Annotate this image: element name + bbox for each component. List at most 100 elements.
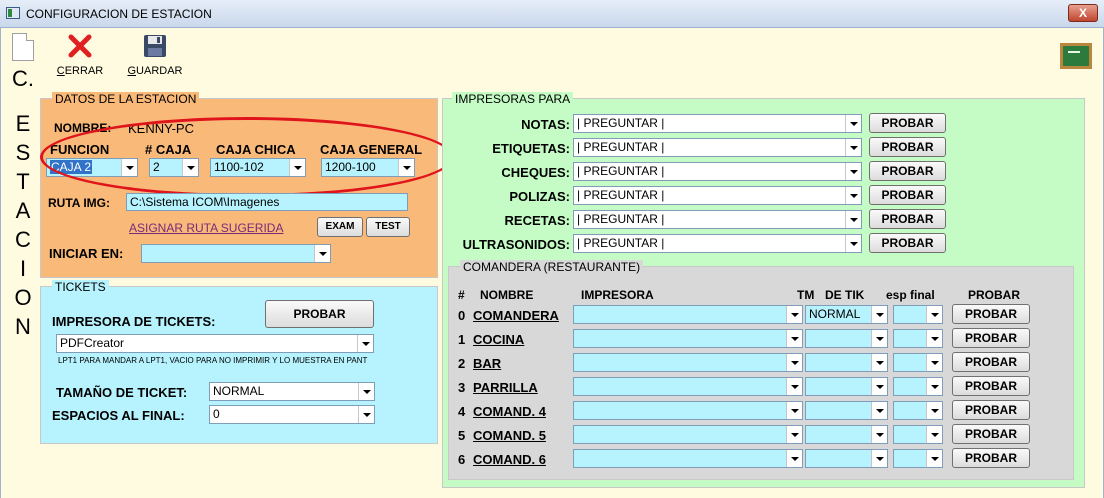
chevron-down-icon[interactable] [926, 330, 942, 347]
chevron-down-icon[interactable] [786, 330, 802, 347]
iniciar-select[interactable] [141, 244, 331, 263]
save-floppy-icon [144, 35, 166, 57]
guardar-button[interactable]: GUARDAR [122, 32, 188, 80]
chevron-down-icon[interactable] [871, 426, 887, 443]
impresoras-legend: IMPRESORAS PARA [452, 92, 574, 106]
comandera-probar-button[interactable]: PROBAR [952, 400, 1030, 420]
probar-button[interactable]: PROBAR [869, 233, 946, 253]
chalkboard-icon[interactable] [1060, 43, 1092, 69]
impresora-select[interactable]: | PREGUNTAR | [573, 234, 862, 253]
comandera-row-nombre[interactable]: COMANDERA [473, 308, 559, 323]
comandera-probar-button[interactable]: PROBAR [952, 448, 1030, 468]
comandera-probar-button[interactable]: PROBAR [952, 352, 1030, 372]
chevron-down-icon[interactable] [926, 426, 942, 443]
impresora-select[interactable]: | PREGUNTAR | [573, 138, 862, 157]
comandera-row-nombre[interactable]: PARRILLA [473, 380, 538, 395]
ruta-input[interactable]: C:\Sistema ICOM\Imagenes [126, 193, 408, 211]
comandera-probar-button[interactable]: PROBAR [952, 424, 1030, 444]
test-button[interactable]: TEST [366, 217, 410, 237]
impresora-label: ETIQUETAS: [492, 141, 570, 156]
comandera-row-nombre[interactable]: COMAND. 6 [473, 452, 546, 467]
chevron-down-icon[interactable] [871, 378, 887, 395]
chevron-down-icon[interactable] [871, 354, 887, 371]
close-button[interactable]: X [1068, 4, 1098, 22]
chevron-down-icon[interactable] [871, 402, 887, 419]
impresora-select[interactable]: | PREGUNTAR | [573, 186, 862, 205]
comandera-esp-select[interactable] [893, 425, 943, 444]
iniciar-label: INICIAR EN: [49, 246, 124, 261]
comandera-impresora-select[interactable] [573, 449, 803, 468]
comandera-row-nombre[interactable]: COMAND. 4 [473, 404, 546, 419]
chevron-down-icon[interactable] [786, 378, 802, 395]
chevron-down-icon[interactable] [357, 335, 373, 352]
comandera-impresora-select[interactable] [573, 353, 803, 372]
chevron-down-icon[interactable] [845, 235, 861, 252]
probar-button[interactable]: PROBAR [869, 113, 946, 133]
comandera-esp-select[interactable] [893, 377, 943, 396]
comandera-row-nombre[interactable]: COCINA [473, 332, 524, 347]
comandera-probar-button[interactable]: PROBAR [952, 328, 1030, 348]
chevron-down-icon[interactable] [845, 187, 861, 204]
vertical-station-label: C. E S T A C I O N [12, 66, 34, 339]
impresora-tickets-select[interactable]: PDFCreator [56, 334, 374, 353]
impresora-select[interactable]: | PREGUNTAR | [573, 210, 862, 229]
chevron-down-icon[interactable] [786, 306, 802, 323]
chevron-down-icon[interactable] [786, 402, 802, 419]
comandera-tm-select[interactable] [805, 401, 888, 420]
chevron-down-icon[interactable] [926, 402, 942, 419]
chevron-down-icon[interactable] [358, 406, 374, 423]
comandera-probar-button[interactable]: PROBAR [952, 376, 1030, 396]
col-impresora-header: IMPRESORA [581, 288, 654, 302]
chevron-down-icon[interactable] [786, 450, 802, 467]
comandera-esp-select[interactable] [893, 329, 943, 348]
exam-button[interactable]: EXAM [317, 217, 363, 237]
comandera-esp-select[interactable] [893, 305, 943, 324]
impresora-label: ULTRASONIDOS: [462, 237, 570, 252]
comandera-row-nombre[interactable]: COMAND. 5 [473, 428, 546, 443]
comandera-impresora-select[interactable] [573, 329, 803, 348]
tamano-select[interactable]: NORMAL [209, 382, 375, 401]
comandera-impresora-select[interactable] [573, 305, 803, 324]
comandera-tm-select[interactable] [805, 425, 888, 444]
impresora-label: RECETAS: [504, 213, 570, 228]
comandera-impresora-select[interactable] [573, 425, 803, 444]
chevron-down-icon[interactable] [845, 115, 861, 132]
new-document-icon [12, 33, 34, 61]
comandera-probar-button[interactable]: PROBAR [952, 304, 1030, 324]
comandera-esp-select[interactable] [893, 401, 943, 420]
probar-button[interactable]: PROBAR [869, 209, 946, 229]
chevron-down-icon[interactable] [871, 306, 887, 323]
chevron-down-icon[interactable] [314, 245, 330, 262]
comandera-esp-select[interactable] [893, 353, 943, 372]
probar-button[interactable]: PROBAR [869, 137, 946, 157]
comandera-tm-select[interactable] [805, 353, 888, 372]
chevron-down-icon[interactable] [871, 330, 887, 347]
impresora-select[interactable]: | PREGUNTAR | [573, 114, 862, 133]
chevron-down-icon[interactable] [926, 378, 942, 395]
comandera-esp-select[interactable] [893, 449, 943, 468]
probar-button[interactable]: PROBAR [869, 161, 946, 181]
cerrar-button[interactable]: CERRAR [52, 32, 108, 80]
chevron-down-icon[interactable] [786, 354, 802, 371]
comandera-tm-select[interactable] [805, 449, 888, 468]
chevron-down-icon[interactable] [926, 306, 942, 323]
chevron-down-icon[interactable] [871, 450, 887, 467]
chevron-down-icon[interactable] [845, 211, 861, 228]
comandera-tm-select[interactable] [805, 377, 888, 396]
espacios-select[interactable]: 0 [209, 405, 375, 424]
comandera-tm-select[interactable]: NORMAL [805, 305, 888, 324]
chevron-down-icon[interactable] [786, 426, 802, 443]
chevron-down-icon[interactable] [845, 163, 861, 180]
asignar-ruta-link[interactable]: ASIGNAR RUTA SUGERIDA [129, 221, 283, 235]
chevron-down-icon[interactable] [358, 383, 374, 400]
comandera-tm-select[interactable] [805, 329, 888, 348]
comandera-row-nombre[interactable]: BAR [473, 356, 501, 371]
chevron-down-icon[interactable] [926, 354, 942, 371]
comandera-impresora-select[interactable] [573, 401, 803, 420]
chevron-down-icon[interactable] [926, 450, 942, 467]
probar-tickets-button[interactable]: PROBAR [265, 300, 374, 328]
probar-button[interactable]: PROBAR [869, 185, 946, 205]
comandera-impresora-select[interactable] [573, 377, 803, 396]
chevron-down-icon[interactable] [845, 139, 861, 156]
impresora-select[interactable]: | PREGUNTAR | [573, 162, 862, 181]
